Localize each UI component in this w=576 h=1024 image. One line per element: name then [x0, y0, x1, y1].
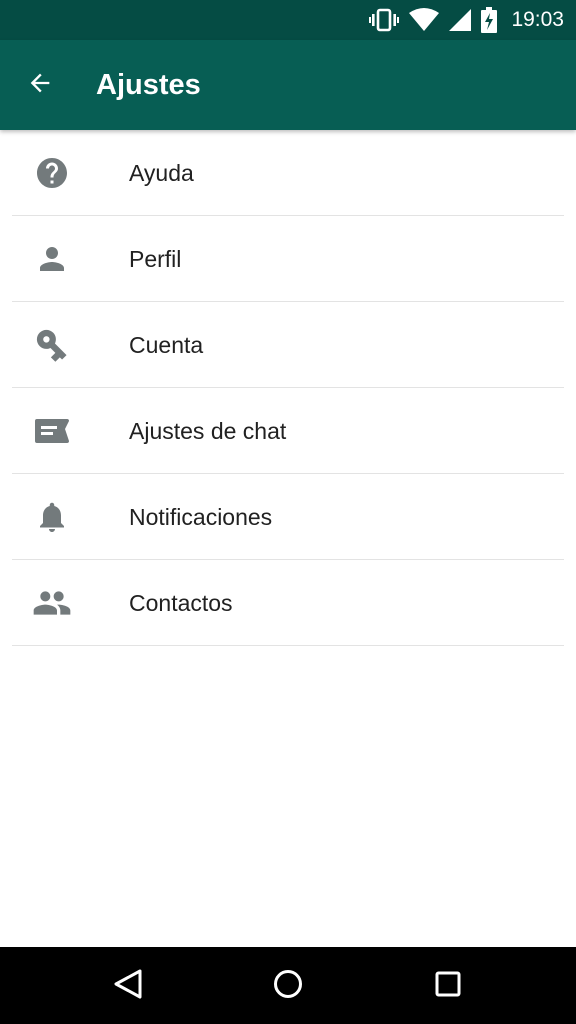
status-time: 19:03 — [511, 8, 564, 31]
key-icon — [30, 323, 74, 367]
nav-back-button[interactable] — [103, 961, 153, 1011]
vibrate-icon — [369, 8, 400, 32]
status-bar: 19:03 — [0, 0, 576, 40]
screen: 19:03 Ajustes Ayuda Perfil Cuenta Ajuste… — [0, 0, 576, 1024]
home-circle-icon — [273, 969, 303, 1004]
settings-item-label: Cuenta — [129, 331, 204, 358]
settings-list: Ayuda Perfil Cuenta Ajustes de chat Noti… — [0, 130, 576, 646]
page-title: Ajustes — [96, 69, 201, 101]
settings-item-perfil[interactable]: Perfil — [0, 216, 576, 302]
nav-home-button[interactable] — [263, 961, 313, 1011]
help-icon — [30, 151, 74, 195]
settings-item-label: Notificaciones — [129, 503, 273, 530]
settings-item-label: Perfil — [129, 245, 182, 272]
navigation-bar — [0, 947, 576, 1024]
back-triangle-icon — [113, 968, 143, 1005]
status-icons: 19:03 — [369, 0, 564, 40]
chat-icon — [30, 409, 74, 453]
group-icon — [30, 581, 74, 625]
person-icon — [30, 237, 74, 281]
settings-item-label: Ajustes de chat — [129, 417, 287, 444]
bell-icon — [30, 495, 74, 539]
settings-item-label: Contactos — [129, 589, 233, 616]
settings-item-ayuda[interactable]: Ayuda — [0, 130, 576, 216]
settings-item-notificaciones[interactable]: Notificaciones — [0, 474, 576, 560]
settings-item-ajustes-de-chat[interactable]: Ajustes de chat — [0, 388, 576, 474]
settings-item-cuenta[interactable]: Cuenta — [0, 302, 576, 388]
battery-charging-icon — [481, 7, 498, 33]
settings-item-contactos[interactable]: Contactos — [0, 560, 576, 646]
wifi-icon — [409, 8, 440, 32]
back-button[interactable] — [18, 63, 62, 107]
app-bar: Ajustes — [0, 40, 576, 130]
nav-recents-button[interactable] — [423, 961, 473, 1011]
recents-square-icon — [434, 970, 462, 1003]
settings-item-label: Ayuda — [129, 159, 194, 186]
arrow-back-icon — [26, 69, 54, 102]
signal-icon — [449, 9, 472, 31]
